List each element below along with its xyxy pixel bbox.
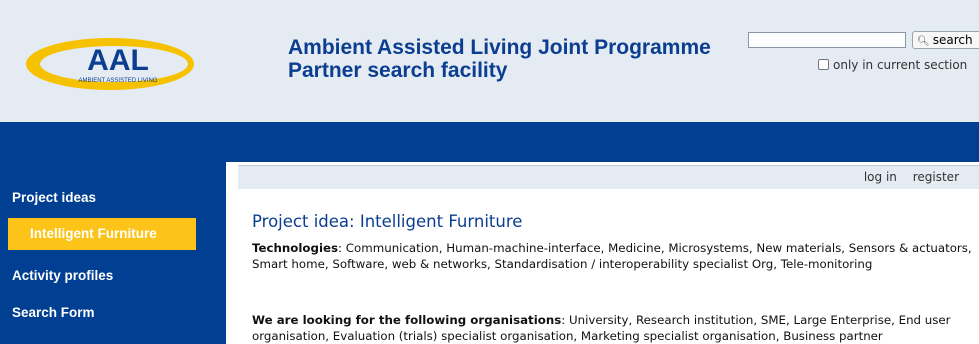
logo-text: AAL [87,44,149,77]
sidebar-item-activity-profiles[interactable]: Activity profiles [12,268,238,283]
technologies-value: Communication, Human-machine-interface, … [252,241,972,271]
login-link[interactable]: log in [864,170,897,184]
technologies-label: Technologies [252,241,339,255]
sidebar-item-project-ideas[interactable]: Project ideas [12,190,238,205]
looking-for-label: We are looking for the following organis… [252,313,562,327]
user-nav: log in register [852,170,959,184]
sidebar-item-search-form[interactable]: Search Form [12,305,238,320]
only-current-section-label: only in current section [833,58,968,72]
register-link[interactable]: register [913,170,959,184]
content-topbar: log in register [238,165,979,189]
sidebar-item-label: Intelligent Furniture [30,226,157,241]
search-input[interactable] [748,32,906,48]
sidebar-item-intelligent-furniture[interactable]: Intelligent Furniture [8,218,196,250]
header-band [0,122,979,162]
site-header: AAL AMBIENT ASSISTED LIVING Ambient Assi… [0,0,979,122]
site-title-line1: Ambient Assisted Living Joint Programme [288,36,711,59]
site-title: Ambient Assisted Living Joint Programme … [288,36,711,82]
search-button-label: search [932,33,973,47]
looking-for-paragraph: We are looking for the following organis… [252,313,951,343]
sidebar: Project ideas Intelligent Furniture Acti… [0,162,226,344]
search-icon: 🔍︎ [917,36,930,47]
site-title-line2: Partner search facility [288,59,508,82]
only-current-section-checkbox[interactable] [818,59,829,70]
technologies-paragraph: Technologies: Communication, Human-machi… [252,241,972,271]
only-current-section-toggle[interactable]: only in current section [818,58,967,72]
aal-logo[interactable]: AAL AMBIENT ASSISTED LIVING [22,26,202,98]
logo-subtext: AMBIENT ASSISTED LIVING [79,78,158,84]
search-button[interactable]: 🔍︎ search [912,31,979,49]
page-title: Project idea: Intelligent Furniture [252,212,523,231]
